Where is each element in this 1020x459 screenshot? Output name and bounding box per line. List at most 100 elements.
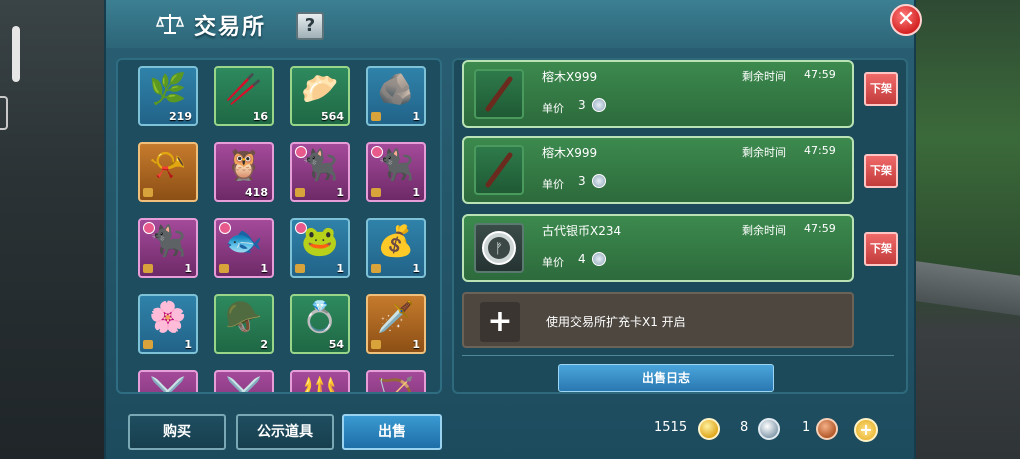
inventory-slot[interactable]: 🥢 16 [214,66,274,126]
silver-coin-icon [592,98,606,112]
item-count: 2 [260,338,268,351]
scroll-rail [12,26,20,82]
item-count: 219 [169,110,192,123]
listing-name: 榕木X999 [542,146,598,160]
item-count: 1 [184,338,192,351]
stone-icon: 🪨 [377,72,415,107]
ancient-coin-icon: ᚠ [474,223,524,273]
inventory-slot[interactable]: 🔱 [290,370,350,394]
help-button[interactable]: ? [296,12,324,40]
item-count: 1 [184,262,192,275]
branch-icon [474,145,524,195]
add-currency-button[interactable]: + [854,418,878,442]
silver-coin-icon [592,174,606,188]
branch-icon [474,69,524,119]
tab-sell[interactable]: 出售 [342,414,442,450]
bronze-coin-icon [816,418,838,440]
flower-bag-icon: 🌸 [149,300,187,335]
inventory-slot[interactable]: 📯 [138,142,198,202]
price-label: 单价 [542,256,564,269]
silver-coin-icon [758,418,780,440]
inventory-slot[interactable]: 🏹 [366,370,426,392]
side-handle [0,96,8,130]
dumpling-icon: 🥟 [301,72,339,107]
price-label: 单价 [542,178,564,191]
listing-name: 古代银币X234 [542,224,622,238]
inventory-slot[interactable]: 🪨 1 [366,66,426,126]
paw-badge-icon [371,146,383,158]
saddle-icon: 🪖 [225,300,263,335]
inventory-slot[interactable]: 💰 1 [366,218,426,278]
scale-icon [156,14,184,34]
unlist-button[interactable]: 下架 [864,232,898,266]
inventory-slot[interactable]: 🐟 1 [214,218,274,278]
item-count: 1 [336,262,344,275]
inventory-slot[interactable]: 🐈‍⬛ 1 [138,218,198,278]
inventory-slot[interactable]: 💍 54 [290,294,350,354]
item-count: 1 [412,262,420,275]
plus-icon: + [480,302,520,342]
time-remaining: 47:59 [804,68,836,81]
listings-panel: 榕木X999 剩余时间 47:59 单价 3 下架 榕木X999 剩余时间 47… [452,58,908,394]
lock-icon [219,264,229,273]
tab-buy[interactable]: 购买 [128,414,226,450]
creature-icon: 🦉 [225,148,263,183]
expand-slot-row[interactable]: + 使用交易所扩充卡X1 开启 [462,292,854,348]
price-value: 3 [578,98,586,112]
inventory-slot[interactable]: ⚔️ [214,370,274,394]
time-remaining: 47:59 [804,222,836,235]
price-value: 4 [578,252,586,266]
inventory-slot[interactable]: ⚔️ [138,370,198,394]
money-bag-icon: 💰 [377,224,415,259]
inventory-slot[interactable]: 🐸 1 [290,218,350,278]
item-count: 16 [252,110,268,123]
inventory-slot[interactable]: 🐈‍⬛ 1 [290,142,350,202]
paw-badge-icon [219,222,231,234]
lock-icon [143,188,153,197]
horn-icon: 📯 [149,148,187,183]
listing-item[interactable]: 榕木X999 剩余时间 47:59 单价 3 [462,60,854,128]
price-label: 单价 [542,102,564,115]
time-label: 剩余时间 [742,224,786,237]
item-count: 418 [245,186,268,199]
weapon-icon: 🔱 [301,376,339,394]
leaf-icon: 🌿 [149,72,187,107]
divider [462,355,894,356]
tab-public-items[interactable]: 公示道具 [236,414,334,450]
background-left [0,0,104,459]
exchange-window: 交易所 ? ✕ 🌿 219 🥢 16 🥟 564 🪨 1 📯 🦉 418 🐈‍⬛ 1 🐈‍⬛ 1 🐈‍⬛ 1 🐟 1… [104,0,922,459]
item-count: 1 [260,262,268,275]
inventory-panel: 🌿 219 🥢 16 🥟 564 🪨 1 📯 🦉 418 🐈‍⬛ 1 🐈‍⬛ 1 🐈‍⬛ 1 🐟 1 🐸 1 💰 1 🌸 1 🪖 2… [116,58,442,394]
item-count: 1 [412,186,420,199]
listing-item[interactable]: 榕木X999 剩余时间 47:59 单价 3 [462,136,854,204]
silver-coin-icon [592,252,606,266]
lock-icon [295,188,305,197]
bronze-amount: 1 [802,420,811,435]
item-count: 1 [336,186,344,199]
inventory-slot[interactable]: 🥟 564 [290,66,350,126]
lock-icon [143,340,153,349]
paw-badge-icon [295,146,307,158]
lock-icon [371,264,381,273]
inventory-slot[interactable]: 🌸 1 [138,294,198,354]
branch-icon: 🥢 [225,72,263,107]
weapon-icon: ⚔️ [149,376,187,394]
close-button[interactable]: ✕ [890,4,922,36]
svg-text:ᚠ: ᚠ [495,241,503,257]
listing-item[interactable]: ᚠ 古代银币X234 剩余时间 47:59 单价 4 [462,214,854,282]
unlist-button[interactable]: 下架 [864,72,898,106]
lock-icon [371,340,381,349]
inventory-slot[interactable]: 🗡️ 1 [366,294,426,354]
window-title: 交易所 [194,15,267,40]
expand-slot-text: 使用交易所扩充卡X1 开启 [546,315,686,329]
inventory-slot[interactable]: 🪖 2 [214,294,274,354]
time-label: 剩余时间 [742,146,786,159]
inventory-slot[interactable]: 🦉 418 [214,142,274,202]
inventory-slot[interactable]: 🐈‍⬛ 1 [366,142,426,202]
item-count: 1 [412,338,420,351]
inventory-slot[interactable]: 🌿 219 [138,66,198,126]
item-count: 54 [328,338,344,351]
weapon-icon: ⚔️ [225,376,263,394]
unlist-button[interactable]: 下架 [864,154,898,188]
sale-log-button[interactable]: 出售日志 [558,364,774,392]
